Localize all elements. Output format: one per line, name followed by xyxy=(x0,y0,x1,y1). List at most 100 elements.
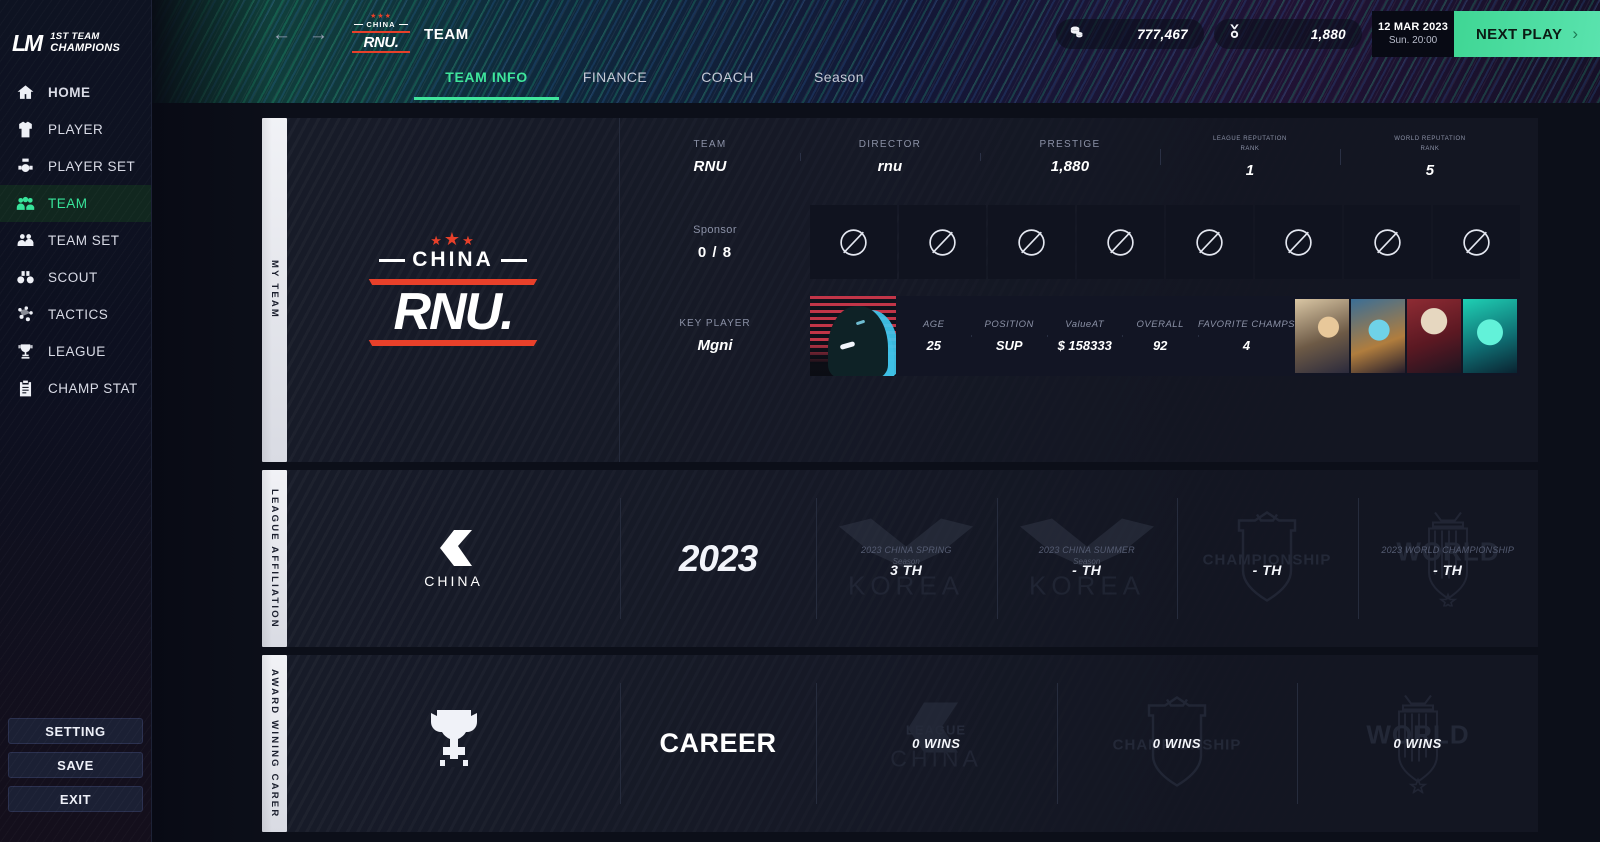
league-badge-spring[interactable]: KOREA 2023 CHINA SPRING Season 3 TH xyxy=(816,470,997,647)
prestige-pill[interactable]: 1,880 xyxy=(1214,19,1362,49)
award-championship[interactable]: CHAMPIONSHIP 0 WINS xyxy=(1056,655,1298,832)
career-title-cell: CAREER xyxy=(620,655,816,832)
app-root: LM 1ST TEAM CHAMPIONS HOME PLAYER PLAYER… xyxy=(0,0,1600,842)
stat-value: 25 xyxy=(926,338,941,353)
key-player-label-cell: KEY PLAYER Mgni xyxy=(620,318,810,354)
sidebar-item-player-set[interactable]: PLAYER SET xyxy=(0,148,151,185)
sidebar-item-team[interactable]: TEAM xyxy=(0,185,151,222)
brand-text: 1ST TEAM CHAMPIONS xyxy=(50,31,120,56)
no-entry-icon xyxy=(1107,228,1134,256)
svg-text:LEAGUE: LEAGUE xyxy=(906,722,966,737)
date-line-1: 12 MAR 2023 xyxy=(1377,20,1449,33)
key-player-stat-favorite-champs: FAVORITE CHAMPS 4 xyxy=(1197,319,1295,353)
team-logo-cell: ★★★ CHINA RNU. xyxy=(287,118,620,462)
next-play-button[interactable]: NEXT PLAY › xyxy=(1454,11,1600,57)
tab-team-info[interactable]: TEAM INFO xyxy=(414,66,559,100)
stat-value: 92 xyxy=(1152,338,1168,353)
stat-director: DIRECTOR rnu xyxy=(800,139,980,175)
back-arrow-icon[interactable]: ← xyxy=(272,25,291,44)
sidebar-item-team-set[interactable]: TEAM SET xyxy=(0,222,151,259)
champ-portrait[interactable] xyxy=(1351,299,1405,373)
sponsor-slot[interactable] xyxy=(1166,205,1253,279)
tab-underline xyxy=(414,97,559,100)
tab-finance[interactable]: FINANCE xyxy=(559,66,671,100)
league-badge-summer[interactable]: KOREA 2023 CHINA SUMMER Season - TH xyxy=(996,470,1178,647)
stat-value: $ 158333 xyxy=(1057,338,1112,353)
sidebar-item-label: TEAM SET xyxy=(48,233,120,248)
setting-button[interactable]: SETTING xyxy=(8,718,143,744)
badge-country: CHINA xyxy=(354,20,408,29)
award-league-china[interactable]: LEAGUE CHINA 0 WINS xyxy=(816,655,1057,832)
save-button[interactable]: SAVE xyxy=(8,752,143,778)
stat-value: 1 xyxy=(1245,161,1255,179)
forward-arrow-icon[interactable]: → xyxy=(309,25,328,44)
champ-portrait[interactable] xyxy=(1407,299,1461,373)
tab-season[interactable]: Season xyxy=(784,66,894,100)
date-block: 12 MAR 2023 Sun. 20:00 xyxy=(1372,11,1454,57)
sidebar-item-label: PLAYER SET xyxy=(48,159,136,174)
champ-portrait[interactable] xyxy=(1463,299,1517,373)
no-entry-icon xyxy=(929,228,956,256)
sidebar-item-champ-stat[interactable]: CHAMP STAT xyxy=(0,370,151,407)
stat-label: AGE xyxy=(922,319,945,330)
badge-bar-top xyxy=(352,30,410,33)
badge-rank: - TH xyxy=(1433,561,1463,578)
key-player-name: Mgni xyxy=(697,337,733,354)
next-play-label: NEXT PLAY xyxy=(1475,25,1563,43)
champ-portrait[interactable] xyxy=(1295,299,1349,373)
tab-underline xyxy=(784,97,894,100)
currency-pill[interactable]: 777,467 xyxy=(1056,19,1204,49)
header-team-badge: ★★★ CHINA RNU. xyxy=(350,13,412,54)
badge-title: 2023 WORLD CHAMPIONSHIP xyxy=(1381,544,1515,555)
award-world[interactable]: WORLD 0 WINS xyxy=(1297,655,1538,832)
tab-coach[interactable]: COACH xyxy=(671,66,784,100)
brand-mark: LM xyxy=(12,29,43,56)
sidebar-item-player[interactable]: PLAYER xyxy=(0,111,151,148)
header-left-shade xyxy=(152,0,272,842)
sidebar-item-label: SCOUT xyxy=(48,270,98,285)
sidebar-item-label: PLAYER xyxy=(48,122,104,137)
league-badge-worlds[interactable]: WORLD 2023 WORLD CHAMPIONSHIP - TH xyxy=(1357,470,1539,647)
no-entry-icon xyxy=(1285,228,1312,256)
tab-underline xyxy=(671,97,784,100)
medal-icon xyxy=(1226,23,1243,45)
key-player-card[interactable]: AGE 25 POSITION SUP ValueAT $ 158333 OVE… xyxy=(810,296,1520,376)
my-team-panel: MY TEAM ★★★ CHINA RNU. TEAM RNU DIRECTOR… xyxy=(262,118,1538,462)
key-player-label: KEY PLAYER xyxy=(679,318,751,329)
coin-stack-icon xyxy=(1068,23,1085,45)
team-set-icon xyxy=(15,231,35,251)
sponsor-slot[interactable] xyxy=(988,205,1075,279)
logo-stars: ★★★ xyxy=(430,229,476,250)
sponsor-slot[interactable] xyxy=(810,205,897,279)
sidebar-item-league[interactable]: LEAGUE xyxy=(0,333,151,370)
sidebar-item-label: HOME xyxy=(48,85,91,100)
stat-value: 5 xyxy=(1425,161,1435,179)
exit-button[interactable]: EXIT xyxy=(8,786,143,812)
sponsor-slot[interactable] xyxy=(1433,205,1520,279)
sidebar-item-tactics[interactable]: TACTICS xyxy=(0,296,151,333)
brand-line-2: CHAMPIONS xyxy=(50,42,121,55)
award-wins: 0 WINS xyxy=(1393,736,1442,751)
sidebar-item-home[interactable]: HOME xyxy=(0,74,151,111)
tab-label: Season xyxy=(814,69,864,85)
trophy-icon xyxy=(15,342,35,362)
prestige-value: 1,880 xyxy=(1310,26,1346,42)
stat-value: RNU xyxy=(693,158,727,175)
career-title: CAREER xyxy=(659,728,777,758)
key-player-stat-position: POSITION SUP xyxy=(971,319,1046,353)
sidebar-item-label: TACTICS xyxy=(48,307,109,322)
badge-rank: - TH xyxy=(1072,561,1102,578)
sidebar-item-label: CHAMP STAT xyxy=(48,381,138,396)
sponsor-slot[interactable] xyxy=(1344,205,1431,279)
sponsor-slot[interactable] xyxy=(899,205,986,279)
sidebar: LM 1ST TEAM CHAMPIONS HOME PLAYER PLAYER… xyxy=(0,0,152,842)
stat-league-reputation-rank: LEAGUE REPUTATION RANK 1 xyxy=(1160,135,1340,179)
sponsor-slot[interactable] xyxy=(1255,205,1342,279)
world-crest-icon: WORLD xyxy=(1373,506,1523,611)
key-player-stat-overall: OVERALL 92 xyxy=(1122,319,1197,353)
league-badge-championship[interactable]: CHAMPIONSHIP CHAMPIONSHIP - TH xyxy=(1177,470,1358,647)
sponsor-slot[interactable] xyxy=(1077,205,1164,279)
stat-label: DIRECTOR xyxy=(858,139,922,150)
sidebar-item-scout[interactable]: SCOUT xyxy=(0,259,151,296)
my-team-body: ★★★ CHINA RNU. TEAM RNU DIRECTOR rnu PRE… xyxy=(287,118,1538,462)
